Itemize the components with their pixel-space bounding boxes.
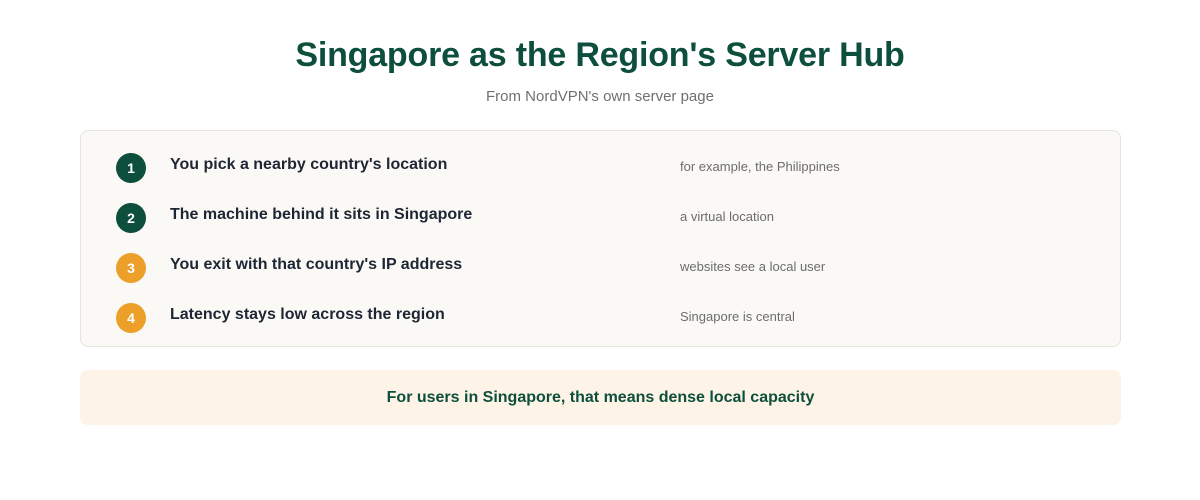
step-1: 1 You pick a nearby country's location f…	[81, 151, 1120, 185]
step-text: Latency stays low across the region	[170, 306, 445, 323]
steps-card: 1 You pick a nearby country's location f…	[80, 130, 1121, 347]
step-text: You pick a nearby country's location	[170, 156, 448, 173]
page-subtitle: From NordVPN's own server page	[486, 88, 714, 105]
step-note: websites see a local user	[680, 259, 826, 274]
step-3: 3 You exit with that country's IP addres…	[81, 251, 1120, 285]
step-2: 2 The machine behind it sits in Singapor…	[81, 201, 1120, 235]
step-4: 4 Latency stays low across the region Si…	[81, 301, 1120, 335]
step-note: for example, the Philippines	[680, 159, 840, 174]
step-note: Singapore is central	[680, 309, 795, 324]
step-text: The machine behind it sits in Singapore	[170, 206, 473, 223]
step-number-badge: 4	[116, 303, 146, 333]
step-text: You exit with that country's IP address	[170, 256, 463, 273]
page-title: Singapore as the Region's Server Hub	[295, 36, 905, 74]
step-number-badge: 3	[116, 253, 146, 283]
summary-callout: For users in Singapore, that means dense…	[80, 370, 1121, 425]
diagram-page: Singapore as the Region's Server Hub Fro…	[0, 0, 1200, 500]
step-note: a virtual location	[680, 209, 774, 224]
step-number-badge: 1	[116, 153, 146, 183]
step-number-badge: 2	[116, 203, 146, 233]
